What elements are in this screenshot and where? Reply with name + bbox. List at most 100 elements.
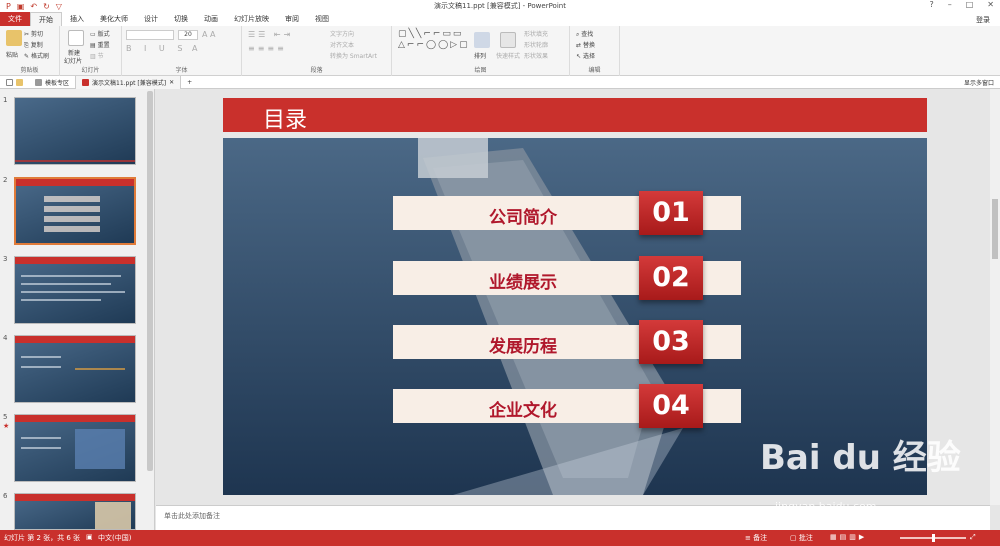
tab-file[interactable]: 文件 bbox=[0, 12, 30, 26]
language-indicator[interactable]: 中文(中国) bbox=[98, 533, 131, 543]
tab-animations[interactable]: 动画 bbox=[196, 12, 226, 26]
editor-scroll-thumb[interactable] bbox=[992, 199, 998, 259]
thumbnail-scrollbar[interactable] bbox=[147, 91, 153, 471]
paste-icon[interactable] bbox=[6, 30, 22, 46]
zoom-slider-knob[interactable] bbox=[932, 534, 935, 542]
thumbnail-number: 5 bbox=[3, 413, 8, 421]
text-direction-button[interactable]: 文字方向 bbox=[330, 29, 354, 38]
paste-button[interactable]: 粘贴 bbox=[6, 50, 18, 59]
convert-smartart-button[interactable]: 转换为 SmartArt bbox=[330, 51, 377, 60]
copy-button[interactable]: ⎘ 复制 bbox=[24, 40, 43, 50]
copy-label: 复制 bbox=[30, 42, 43, 49]
tab-design[interactable]: 设计 bbox=[136, 12, 166, 26]
thumbnail-image[interactable] bbox=[14, 97, 136, 165]
slide-title[interactable]: 目录 bbox=[263, 102, 307, 134]
font-group-label: 字体 bbox=[175, 67, 188, 74]
shape-outline-button[interactable]: 形状轮廓 bbox=[524, 40, 548, 49]
doc-tab-active[interactable]: 演示文稿11.ppt [兼容模式] ✕ bbox=[75, 75, 182, 89]
view-buttons[interactable]: ▦▤▥▶ bbox=[830, 533, 867, 541]
reset-button[interactable]: ▤ 重置 bbox=[90, 40, 110, 49]
tab-insert[interactable]: 插入 bbox=[62, 12, 92, 26]
tab-view[interactable]: 视图 bbox=[307, 12, 337, 26]
help-button[interactable]: ? bbox=[929, 0, 933, 9]
font-size-dropdown[interactable]: 20 bbox=[178, 30, 198, 40]
thumbnail-image[interactable] bbox=[14, 414, 136, 482]
baidu-jingyan-watermark: Bai du 经验 bbox=[760, 438, 961, 478]
quick-styles-button[interactable]: 快速样式 bbox=[496, 51, 520, 60]
section-label: 节 bbox=[97, 53, 104, 60]
list-icons[interactable]: ☰☰ ⇤⇥ bbox=[248, 30, 293, 39]
select-button[interactable]: ↖ 选择 bbox=[576, 51, 595, 60]
thumbnail-image-selected[interactable] bbox=[14, 177, 136, 245]
tab-review[interactable]: 审阅 bbox=[277, 12, 307, 26]
font-format-icons[interactable]: B I U S bbox=[126, 44, 187, 53]
title-underline bbox=[223, 132, 927, 138]
toc-item-2[interactable]: 业绩展示 02 bbox=[393, 256, 741, 300]
comments-toggle[interactable]: ▢ 批注 bbox=[790, 533, 813, 543]
comments-toggle-label: 批注 bbox=[798, 534, 813, 542]
thumb-item bbox=[44, 216, 100, 222]
tab-slideshow[interactable]: 幻灯片放映 bbox=[226, 12, 277, 26]
notes-toggle[interactable]: ≡ 备注 bbox=[745, 533, 767, 543]
layout-label: 版式 bbox=[97, 31, 110, 38]
tab-transitions[interactable]: 切换 bbox=[166, 12, 196, 26]
thumb-map bbox=[75, 429, 125, 469]
page-icon bbox=[6, 78, 13, 86]
shapes-gallery[interactable]: ▢╲╲⌐⌐▭▭ bbox=[398, 29, 463, 39]
thumbnail-image[interactable] bbox=[14, 493, 136, 530]
toc-item-1[interactable]: 公司简介 01 bbox=[393, 191, 741, 235]
spellcheck-icon[interactable]: ▣ bbox=[86, 533, 93, 541]
thumb-text-line bbox=[21, 437, 61, 439]
cut-button[interactable]: ✂ 剪切 bbox=[24, 29, 43, 38]
window-title: 演示文稿11.ppt [兼容模式] - PowerPoint bbox=[434, 2, 566, 10]
shape-fill-button[interactable]: 形状填充 bbox=[524, 29, 548, 38]
thumb-item bbox=[44, 226, 100, 232]
doc-tab-templates[interactable]: 模板专区 bbox=[29, 76, 75, 89]
toc-item-label: 公司简介 bbox=[489, 208, 557, 228]
document-tabs: 模板专区 演示文稿11.ppt [兼容模式] ✕ + 显示多窗口 bbox=[0, 75, 1000, 89]
tab-beautify[interactable]: 美化大师 bbox=[92, 12, 136, 26]
layout-button[interactable]: ▭ 版式 bbox=[90, 29, 110, 38]
notes-placeholder[interactable]: 单击此处添加备注 bbox=[164, 511, 220, 521]
font-color-icon[interactable]: A bbox=[192, 44, 197, 53]
show-more-windows-button[interactable]: 显示多窗口 bbox=[964, 78, 994, 87]
thumb-accent bbox=[15, 160, 135, 162]
arrange-button[interactable]: 排列 bbox=[474, 51, 486, 60]
paragraph-group: ☰☰ ⇤⇥ ≡≡≡≡ 文字方向 对齐文本 转换为 SmartArt 段落 bbox=[242, 26, 392, 76]
replace-button[interactable]: ⇄ 替换 bbox=[576, 40, 595, 49]
font-grow-icon[interactable]: A A bbox=[202, 30, 216, 39]
tab-home[interactable]: 开始 bbox=[30, 12, 62, 26]
toc-item-3[interactable]: 发展历程 03 bbox=[393, 320, 741, 364]
editor-scrollbar[interactable] bbox=[990, 89, 1000, 505]
arrange-icon[interactable] bbox=[474, 32, 490, 48]
doc-tab-home-icon[interactable] bbox=[0, 76, 29, 89]
new-slide-icon[interactable] bbox=[68, 30, 84, 46]
align-icons[interactable]: ≡≡≡≡ bbox=[248, 44, 287, 53]
thumb-title-bar bbox=[15, 336, 135, 343]
sign-in-link[interactable]: 登录 bbox=[976, 15, 990, 25]
minimize-button[interactable]: – bbox=[948, 0, 952, 9]
close-tab-icon[interactable]: ✕ bbox=[169, 79, 174, 86]
editing-group: ⌕ 查找 ⇄ 替换 ↖ 选择 编辑 bbox=[570, 26, 620, 76]
shape-effects-button[interactable]: 形状效果 bbox=[524, 51, 548, 60]
thumbnail-image[interactable] bbox=[14, 256, 136, 324]
format-painter-label: 格式刷 bbox=[30, 53, 49, 60]
quick-styles-icon[interactable] bbox=[500, 32, 516, 48]
align-text-button[interactable]: 对齐文本 bbox=[330, 40, 354, 49]
section-button[interactable]: ▥ 节 bbox=[90, 51, 104, 60]
shapes-gallery-row2[interactable]: △⌐⌐◯◯▷▢ bbox=[398, 40, 470, 50]
thumbnail-number: 1 bbox=[3, 96, 8, 104]
toc-item-label: 企业文化 bbox=[489, 401, 557, 421]
font-name-dropdown[interactable] bbox=[126, 30, 174, 40]
thumb-text-line bbox=[21, 356, 61, 358]
close-button[interactable]: ✕ bbox=[987, 0, 994, 9]
new-tab-button[interactable]: + bbox=[181, 76, 198, 89]
toc-item-4[interactable]: 企业文化 04 bbox=[393, 384, 741, 428]
thumb-text-line bbox=[21, 283, 111, 285]
maximize-button[interactable]: □ bbox=[966, 0, 974, 9]
slide-title-bar: 目录 bbox=[223, 98, 927, 138]
thumbnail-image[interactable] bbox=[14, 335, 136, 403]
format-painter-button[interactable]: ✎ 格式刷 bbox=[24, 51, 49, 60]
find-button[interactable]: ⌕ 查找 bbox=[576, 29, 593, 39]
fit-to-window-icon[interactable]: ⤢ bbox=[970, 533, 976, 542]
